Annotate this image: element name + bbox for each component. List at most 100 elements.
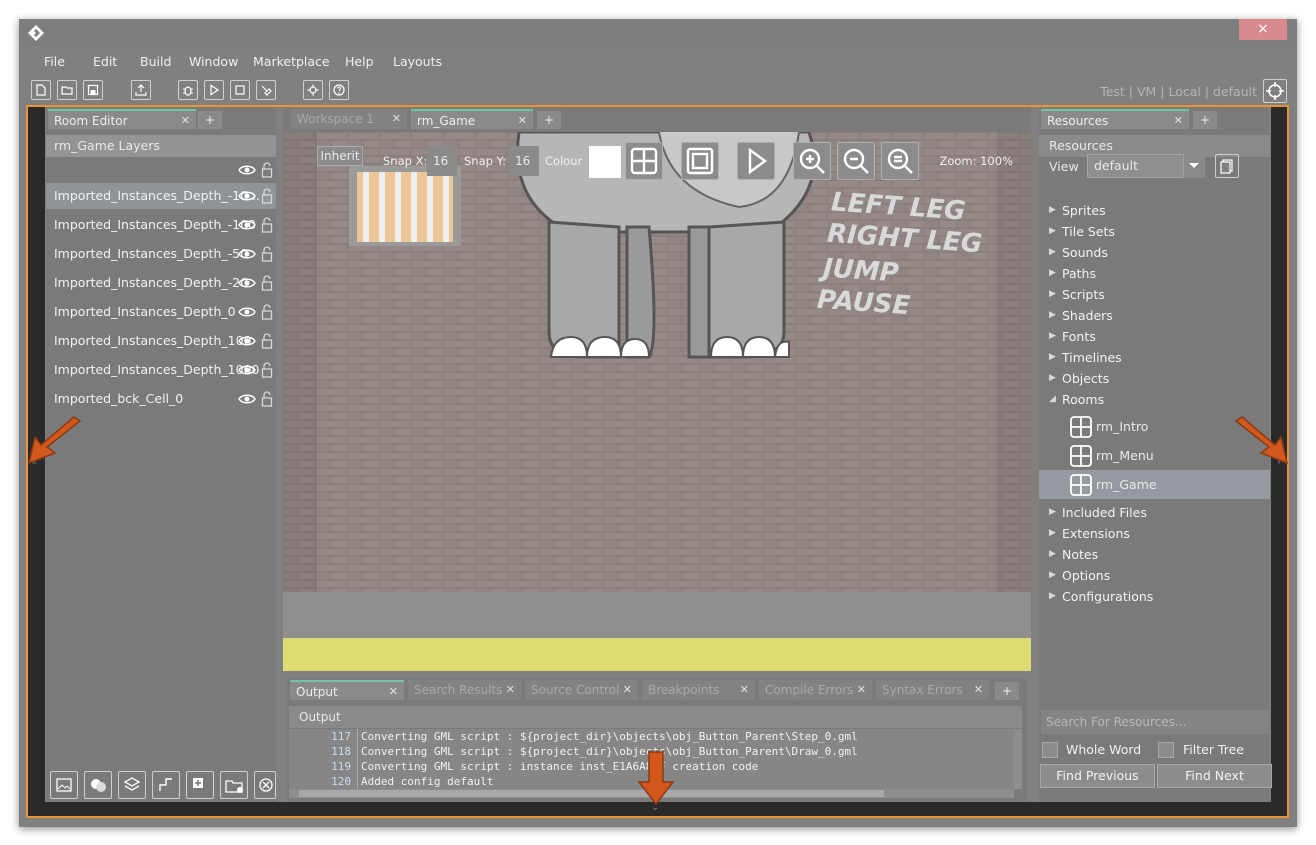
add-tab-button[interactable]: + xyxy=(198,111,222,129)
inherit-button[interactable]: Inherit xyxy=(317,146,363,166)
tree-folder[interactable]: ▶ Scripts xyxy=(1039,284,1270,305)
debug-button[interactable] xyxy=(178,80,198,100)
collapsed-arrow-icon[interactable]: ▶ xyxy=(1049,284,1056,305)
layer-row[interactable]: Imported_Instances_Depth_0 xyxy=(46,299,276,325)
close-icon[interactable]: ✕ xyxy=(623,680,632,700)
lock-icon[interactable] xyxy=(261,304,273,320)
close-window-button[interactable]: × xyxy=(1239,19,1287,40)
zoom-out-button[interactable] xyxy=(837,142,875,180)
view-dropdown-button[interactable] xyxy=(1183,154,1205,178)
add-path-layer-button[interactable] xyxy=(152,771,180,799)
tree-folder[interactable]: ▶ Tile Sets xyxy=(1039,221,1270,242)
close-icon[interactable]: ✕ xyxy=(974,680,983,700)
collapsed-arrow-icon[interactable]: ▶ xyxy=(1049,368,1056,389)
layer-row[interactable]: Imported_Instances_Depth_-100 xyxy=(46,212,276,238)
zoom-reset-button[interactable] xyxy=(881,142,919,180)
tab-workspace-1[interactable]: Workspace 1 ✕ xyxy=(291,109,407,129)
tree-folder[interactable]: ▶ Extensions xyxy=(1039,523,1270,544)
run-button[interactable] xyxy=(204,80,224,100)
add-resources-tab-button[interactable]: + xyxy=(1193,111,1217,129)
eye-icon[interactable] xyxy=(238,277,256,289)
tree-folder[interactable]: ▶ Timelines xyxy=(1039,347,1270,368)
lock-icon[interactable] xyxy=(261,188,273,204)
lock-icon[interactable] xyxy=(261,246,273,262)
layer-row[interactable]: Imported_Instances_Depth_-20 xyxy=(46,270,276,296)
target-selector-button[interactable] xyxy=(1263,79,1287,103)
add-layer-folder-button[interactable] xyxy=(220,771,248,799)
tab-compile-errors[interactable]: Compile Errors ✕ xyxy=(759,680,872,700)
close-icon[interactable]: ✕ xyxy=(506,680,515,700)
tree-folder[interactable]: ▶ Sprites xyxy=(1039,200,1270,221)
room-canvas[interactable]: LEFT LEG RIGHT LEG JUMP PAUSE Inherit Sn… xyxy=(283,132,1031,671)
lock-icon[interactable] xyxy=(261,333,273,349)
tree-folder[interactable]: ◢ Rooms xyxy=(1039,389,1270,410)
add-output-tab-button[interactable]: + xyxy=(995,682,1019,700)
tab-breakpoints[interactable]: Breakpoints ✕ xyxy=(642,680,755,700)
eye-icon[interactable] xyxy=(238,335,256,347)
collapsed-arrow-icon[interactable]: ▶ xyxy=(1049,586,1056,607)
find-next-button[interactable]: Find Next xyxy=(1157,764,1272,788)
delete-layer-button[interactable] xyxy=(254,771,276,799)
add-asset-layer-button[interactable] xyxy=(186,771,214,799)
menu-layouts[interactable]: Layouts xyxy=(393,54,442,69)
scrollbar-thumb[interactable] xyxy=(299,790,884,797)
menu-marketplace[interactable]: Marketplace xyxy=(253,54,330,69)
lock-icon[interactable] xyxy=(261,162,273,178)
output-vertical-scrollbar[interactable] xyxy=(1014,729,1022,789)
tree-folder[interactable]: ▶ Notes xyxy=(1039,544,1270,565)
play-room-button[interactable] xyxy=(737,142,775,180)
tree-folder[interactable]: ▶ Included Files xyxy=(1039,502,1270,523)
room-resource-item[interactable]: rm_Game xyxy=(1039,470,1270,499)
tab-room-editor[interactable]: Room Editor ✕ xyxy=(48,109,196,129)
collapsed-arrow-icon[interactable]: ▶ xyxy=(1049,565,1056,586)
tree-folder[interactable]: ▶ Fonts xyxy=(1039,326,1270,347)
menu-build[interactable]: Build xyxy=(140,54,171,69)
help-button[interactable] xyxy=(329,80,349,100)
eye-icon[interactable] xyxy=(238,364,256,376)
tree-folder[interactable]: ▶ Sounds xyxy=(1039,242,1270,263)
eye-icon[interactable] xyxy=(238,190,256,202)
collapsed-arrow-icon[interactable]: ▶ xyxy=(1049,523,1056,544)
eye-icon[interactable] xyxy=(238,219,256,231)
game-options-button[interactable] xyxy=(303,80,323,100)
collapsed-arrow-icon[interactable]: ▶ xyxy=(1049,347,1056,368)
close-icon[interactable]: ✕ xyxy=(392,109,401,129)
tab-source-control[interactable]: Source Control ✕ xyxy=(525,680,638,700)
stop-button[interactable] xyxy=(230,80,250,100)
tree-folder[interactable]: ▶ Options xyxy=(1039,565,1270,586)
resource-search-input[interactable]: Search For Resources... xyxy=(1041,710,1270,734)
find-previous-button[interactable]: Find Previous xyxy=(1040,764,1155,788)
grid-colour-swatch[interactable] xyxy=(589,146,621,178)
clean-button[interactable] xyxy=(256,80,276,100)
add-instance-layer-button[interactable] xyxy=(84,771,112,799)
collapsed-arrow-icon[interactable]: ▶ xyxy=(1049,200,1056,221)
create-executable-button[interactable] xyxy=(131,80,151,100)
collapsed-arrow-icon[interactable]: ▶ xyxy=(1049,242,1056,263)
snap-x-input[interactable]: 16 xyxy=(427,146,457,176)
toggle-grid-button[interactable] xyxy=(625,142,663,180)
eye-icon[interactable] xyxy=(238,393,256,405)
view-options-button[interactable] xyxy=(1215,154,1239,178)
layer-row[interactable]: Imported_Instances_Depth_100 xyxy=(46,328,276,354)
add-workspace-button[interactable]: + xyxy=(537,111,561,129)
add-background-layer-button[interactable] xyxy=(50,771,78,799)
filter-tree-checkbox[interactable] xyxy=(1158,742,1174,758)
close-icon[interactable]: ✕ xyxy=(857,680,866,700)
tab-rm-game[interactable]: rm_Game ✕ xyxy=(411,109,533,129)
collapsed-arrow-icon[interactable]: ▶ xyxy=(1049,502,1056,523)
whole-word-checkbox[interactable] xyxy=(1042,742,1058,758)
save-project-button[interactable] xyxy=(83,80,103,100)
lock-icon[interactable] xyxy=(261,275,273,291)
add-tile-layer-button[interactable] xyxy=(118,771,146,799)
lock-icon[interactable] xyxy=(261,391,273,407)
collapsed-arrow-icon[interactable]: ▶ xyxy=(1049,221,1056,242)
lock-icon[interactable] xyxy=(261,217,273,233)
collapsed-arrow-icon[interactable]: ▶ xyxy=(1049,305,1056,326)
new-project-button[interactable] xyxy=(31,80,51,100)
collapsed-arrow-icon[interactable]: ▶ xyxy=(1049,263,1056,284)
close-icon[interactable]: ✕ xyxy=(389,682,398,702)
toggle-bounds-button[interactable] xyxy=(681,142,719,180)
tab-resources[interactable]: Resources ✕ xyxy=(1041,109,1189,129)
zoom-in-button[interactable] xyxy=(793,142,831,180)
layer-row[interactable]: Imported_bck_Cell_0 xyxy=(46,386,276,412)
